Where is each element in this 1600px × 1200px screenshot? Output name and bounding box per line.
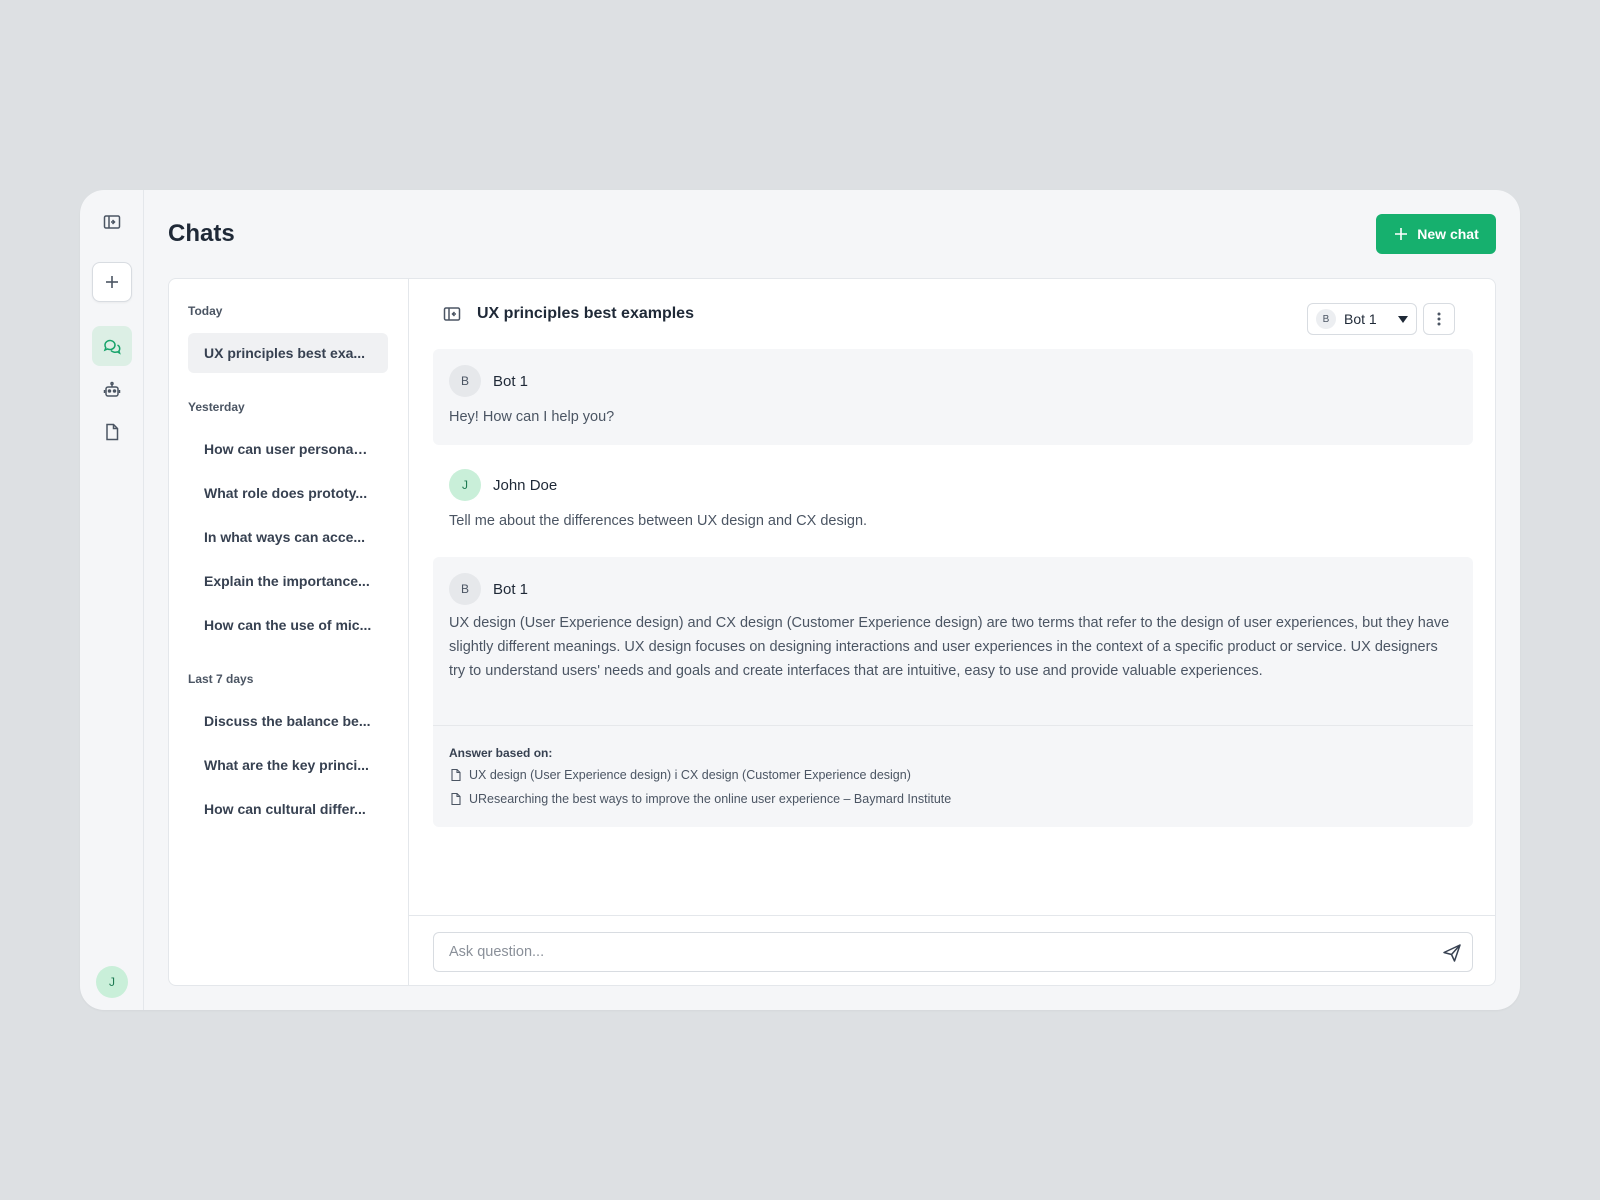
history-item[interactable]: Discuss the balance be... <box>188 701 388 741</box>
message-author: Bot 1 <box>493 372 529 390</box>
message-header: B Bot 1 <box>449 573 528 605</box>
new-chat-button[interactable]: New chat <box>1376 214 1496 254</box>
chat-card: Today UX principles best exa... Yesterda… <box>168 278 1496 986</box>
new-item-button[interactable] <box>92 262 132 302</box>
group-label-yesterday: Yesterday <box>188 400 245 414</box>
nav-documents[interactable] <box>92 412 132 452</box>
ask-input[interactable] <box>433 932 1473 972</box>
nav-bots[interactable] <box>92 370 132 410</box>
history-item[interactable]: How can user personas... <box>188 429 388 469</box>
bot-select[interactable]: B Bot 1 <box>1307 303 1417 335</box>
history-item[interactable]: What role does prototy... <box>188 473 388 513</box>
message-author: Bot 1 <box>493 580 529 598</box>
new-chat-label: New chat <box>1417 226 1479 242</box>
more-options-button[interactable] <box>1423 303 1455 335</box>
user-avatar[interactable]: J <box>96 966 128 998</box>
document-icon <box>451 768 461 782</box>
more-vertical-icon <box>1437 312 1441 326</box>
icon-rail: J <box>80 190 144 1010</box>
history-item[interactable]: What are the key princi... <box>188 745 388 785</box>
plus-icon <box>1395 228 1408 240</box>
history-item[interactable]: How can the use of mic... <box>188 605 388 645</box>
message-text: Tell me about the differences between UX… <box>449 513 868 529</box>
message-user: J John Doe Tell me about the differences… <box>433 453 1473 549</box>
chat-bubbles-icon <box>103 339 121 355</box>
avatar: B <box>449 573 481 605</box>
sources-label: Answer based on: <box>449 746 553 760</box>
source-link[interactable]: UX design (User Experience design) i CX … <box>449 768 911 782</box>
message-header: J John Doe <box>449 469 557 501</box>
document-icon <box>451 792 461 806</box>
message-bot: B Bot 1 UX design (User Experience desig… <box>433 557 1473 827</box>
history-item[interactable]: Explain the importance... <box>188 561 388 601</box>
group-label-last-7-days: Last 7 days <box>188 672 254 686</box>
answer-sources: Answer based on: UX design (User Experie… <box>433 725 1473 827</box>
plus-icon <box>106 276 118 288</box>
history-item[interactable]: How can cultural differ... <box>188 789 388 829</box>
bot-select-value: Bot 1 <box>1344 311 1377 327</box>
chat-panel: UX principles best examples B Bot 1 B Bo… <box>409 279 1495 985</box>
bot-avatar: B <box>1316 309 1336 329</box>
group-label-today: Today <box>188 304 223 318</box>
caret-down-icon <box>1398 315 1408 323</box>
history-item[interactable]: In what ways can acce... <box>188 517 388 557</box>
message-text: Hey! How can I help you? <box>449 409 615 425</box>
message-text: UX design (User Experience design) and C… <box>449 615 1450 679</box>
send-icon[interactable] <box>1441 942 1463 964</box>
page-title: Chats <box>168 220 235 247</box>
app-window: J Chats New chat Today UX principles bes… <box>80 190 1520 1010</box>
collapse-sidebar-icon <box>103 215 121 229</box>
avatar: J <box>449 469 481 501</box>
nav-chats[interactable] <box>92 326 132 366</box>
message-header: B Bot 1 <box>449 365 528 397</box>
composer <box>409 915 1495 985</box>
message-bot: B Bot 1 Hey! How can I help you? <box>433 349 1473 445</box>
document-icon <box>106 423 119 441</box>
message-author: John Doe <box>493 476 558 494</box>
source-link[interactable]: UResearching the best ways to improve th… <box>449 792 951 806</box>
collapse-sidebar-button[interactable] <box>92 202 132 242</box>
history-item[interactable]: UX principles best exa... <box>188 333 388 373</box>
robot-icon <box>103 381 121 397</box>
avatar: B <box>449 365 481 397</box>
chat-title: UX principles best examples <box>477 305 694 322</box>
chat-history: Today UX principles best exa... Yesterda… <box>169 279 409 985</box>
toggle-history-icon[interactable] <box>442 304 462 324</box>
